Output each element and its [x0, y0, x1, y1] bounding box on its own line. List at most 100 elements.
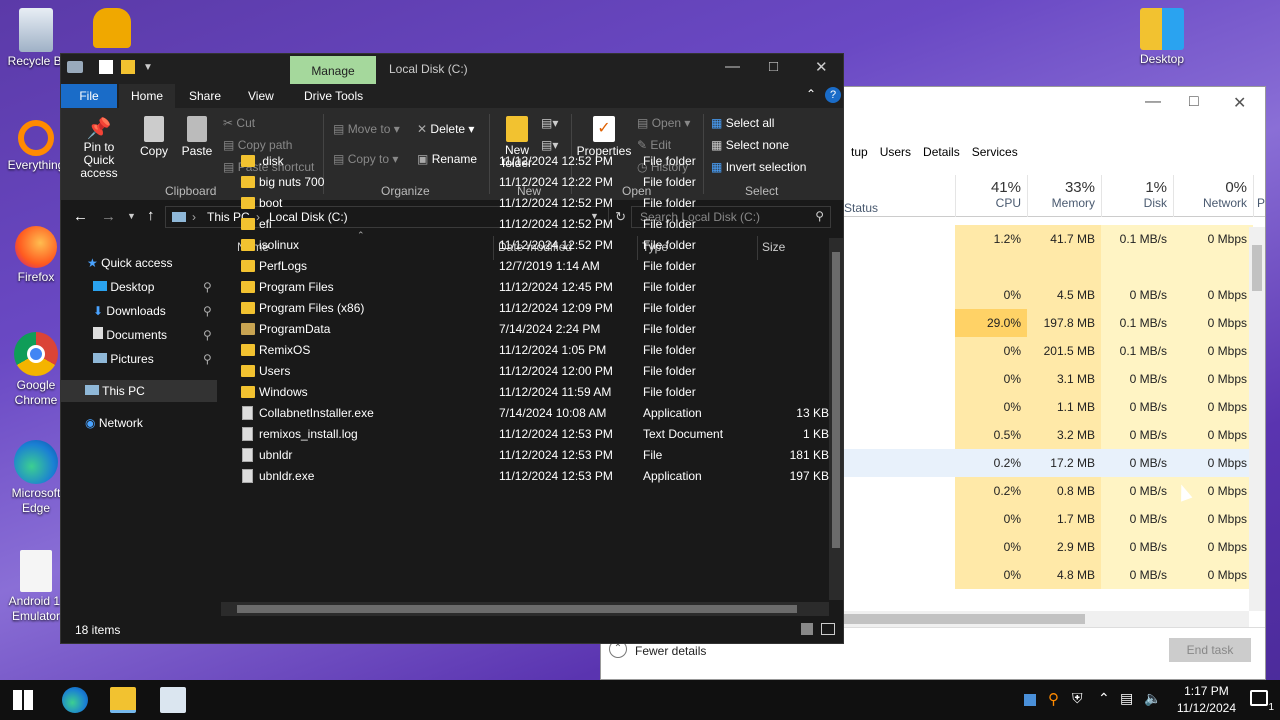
- properties-check-icon[interactable]: [99, 60, 113, 74]
- process-row[interactable]: 0.2% 17.2 MB 0 MB/s 0 Mbps: [841, 449, 1253, 477]
- nav-desktop[interactable]: Desktop ⚲: [61, 276, 217, 298]
- tray-overflow-icon[interactable]: ⌃: [1098, 690, 1110, 707]
- select-all-button[interactable]: ▦ Select all: [711, 116, 774, 130]
- file-row[interactable]: Program Files 11/12/2024 12:45 PM File fol…: [221, 277, 829, 298]
- maximize-icon[interactable]: □: [1189, 93, 1199, 111]
- new-folder-icon[interactable]: [121, 60, 135, 74]
- process-row[interactable]: 0.5% 3.2 MB 0 MB/s 0 Mbps: [955, 421, 1253, 449]
- tab-home[interactable]: Home: [119, 84, 176, 108]
- process-row[interactable]: [955, 253, 1253, 281]
- desktop-icon-desktop[interactable]: Desktop: [1126, 8, 1198, 67]
- process-row[interactable]: 0% 2.9 MB 0 MB/s 0 Mbps: [955, 533, 1253, 561]
- vertical-scrollbar[interactable]: [1249, 227, 1265, 611]
- easy-access-icon[interactable]: ▤▾: [541, 138, 558, 152]
- edit-button[interactable]: ✎ Edit: [637, 138, 671, 152]
- pin-to-quick-access-button[interactable]: 📌 Pin to Quick access: [67, 116, 131, 180]
- task-manager-icon[interactable]: [160, 687, 186, 713]
- back-arrow-icon[interactable]: ←: [73, 208, 88, 225]
- nav-downloads[interactable]: ⬇ Downloads ⚲: [61, 300, 217, 322]
- up-arrow-icon[interactable]: ↑: [147, 207, 155, 224]
- vertical-scrollbar[interactable]: [829, 238, 843, 600]
- nav-quick-access[interactable]: ★ Quick access: [61, 252, 217, 274]
- close-icon[interactable]: ✕: [1233, 93, 1246, 113]
- file-row[interactable]: Program Files (x86) 11/12/2024 12:09 PM Fi…: [221, 298, 829, 319]
- desktop-icon-android[interactable]: [76, 8, 148, 50]
- minimize-icon[interactable]: —: [1145, 93, 1161, 111]
- file-row[interactable]: .disk 11/12/2024 12:52 PM File folder: [221, 151, 829, 172]
- windows-start-icon[interactable]: [13, 690, 33, 710]
- process-row[interactable]: 0% 4.8 MB 0 MB/s 0 Mbps: [955, 561, 1253, 589]
- tab-services[interactable]: Services: [966, 143, 1024, 161]
- forward-arrow-icon[interactable]: →: [101, 208, 116, 225]
- process-row[interactable]: 29.0% 197.8 MB 0.1 MB/s 0 Mbps: [955, 309, 1253, 337]
- process-row[interactable]: 0% 3.1 MB 0 MB/s 0 Mbps: [955, 365, 1253, 393]
- nav-network[interactable]: ◉ Network: [61, 412, 217, 434]
- pin-icon[interactable]: ⚲: [203, 300, 212, 322]
- close-icon[interactable]: ✕: [815, 58, 828, 76]
- tab-details[interactable]: Details: [917, 143, 966, 161]
- tab-view[interactable]: View: [248, 89, 274, 103]
- horizontal-scrollbar[interactable]: [841, 611, 1249, 627]
- scrollbar-thumb[interactable]: [841, 614, 1085, 624]
- large-icons-view-icon[interactable]: [821, 623, 835, 635]
- file-explorer-icon[interactable]: [110, 687, 136, 713]
- end-task-button[interactable]: End task: [1169, 638, 1251, 662]
- process-row[interactable]: 0% 4.5 MB 0 MB/s 0 Mbps: [955, 281, 1253, 309]
- pin-icon[interactable]: ⚲: [203, 324, 212, 346]
- drive-icon[interactable]: [67, 61, 83, 73]
- select-none-button[interactable]: ▦ Select none: [711, 138, 789, 152]
- maximize-icon[interactable]: □: [769, 58, 778, 75]
- nav-documents[interactable]: Documents ⚲: [61, 324, 217, 346]
- minimize-icon[interactable]: —: [725, 58, 740, 75]
- system-clock[interactable]: 1:17 PM 11/12/2024: [1177, 683, 1236, 717]
- scrollbar-thumb[interactable]: [1252, 245, 1262, 291]
- tray-search-icon[interactable]: ⚲: [1048, 690, 1059, 708]
- details-view-icon[interactable]: [801, 623, 813, 635]
- copy-path-button[interactable]: ▤ Copy path: [223, 138, 292, 152]
- copy-button[interactable]: Copy: [139, 116, 169, 158]
- paste-button[interactable]: Paste: [181, 116, 213, 158]
- cut-button[interactable]: ✂ Cut: [223, 116, 255, 130]
- fewer-details-button[interactable]: Fewer details: [635, 644, 706, 658]
- process-row[interactable]: 0.2% 0.8 MB 0 MB/s 0 Mbps: [955, 477, 1253, 505]
- file-row[interactable]: ubnldr.exe 11/12/2024 12:53 PM Application…: [221, 466, 829, 487]
- delete-button[interactable]: ✕ Delete ▾: [417, 122, 474, 136]
- file-row[interactable]: remixos_install.log 11/12/2024 12:53 PM Te…: [221, 424, 829, 445]
- tab-startup[interactable]: tup: [845, 143, 874, 161]
- power-column-header[interactable]: P: [1253, 175, 1267, 217]
- tray-network-icon[interactable]: ▤: [1120, 690, 1133, 707]
- tray-monitor-icon[interactable]: [1024, 694, 1036, 706]
- notification-center-icon[interactable]: [1250, 690, 1268, 706]
- network-column-header[interactable]: 0% Network: [1173, 175, 1253, 217]
- tab-drive-tools[interactable]: Drive Tools: [304, 89, 363, 103]
- tab-share[interactable]: Share: [189, 89, 221, 103]
- pin-icon[interactable]: ⚲: [203, 348, 212, 370]
- scrollbar-thumb[interactable]: [237, 605, 797, 613]
- process-row[interactable]: 0% 1.7 MB 0 MB/s 0 Mbps: [955, 505, 1253, 533]
- file-row[interactable]: Users 11/12/2024 12:00 PM File folder: [221, 361, 829, 382]
- file-row[interactable]: Windows 11/12/2024 11:59 AM File folder: [221, 382, 829, 403]
- file-row[interactable]: RemixOS 11/12/2024 1:05 PM File folder: [221, 340, 829, 361]
- manage-tab[interactable]: Manage: [290, 56, 376, 84]
- file-row[interactable]: ubnldr 11/12/2024 12:53 PM File 181 KB: [221, 445, 829, 466]
- memory-column-header[interactable]: 33% Memory: [1027, 175, 1101, 217]
- file-row[interactable]: isolinux 11/12/2024 12:52 PM File folder: [221, 235, 829, 256]
- tray-shield-icon[interactable]: ⛨: [1072, 690, 1083, 707]
- file-row[interactable]: big nuts 700 11/12/2024 12:22 PM File fold…: [221, 172, 829, 193]
- help-icon[interactable]: ?: [825, 87, 841, 103]
- nav-this-pc[interactable]: This PC: [61, 380, 217, 402]
- chevron-down-icon[interactable]: ▼: [143, 62, 153, 73]
- file-row[interactable]: CollabnetInstaller.exe 7/14/2024 10:08 AM…: [221, 403, 829, 424]
- horizontal-scrollbar[interactable]: [221, 602, 829, 616]
- file-row[interactable]: ProgramData 7/14/2024 2:24 PM File folder: [221, 319, 829, 340]
- disk-column-header[interactable]: 1% Disk: [1101, 175, 1173, 217]
- open-button[interactable]: ▤ Open ▾: [637, 116, 690, 130]
- file-row[interactable]: efi 11/12/2024 12:52 PM File folder: [221, 214, 829, 235]
- edge-icon[interactable]: [62, 687, 88, 713]
- file-explorer-window[interactable]: ▼ Manage Local Disk (C:) — □ ✕ File Home…: [60, 53, 844, 644]
- file-row[interactable]: PerfLogs 12/7/2019 1:14 AM File folder: [221, 256, 829, 277]
- nav-pictures[interactable]: Pictures ⚲: [61, 348, 217, 370]
- file-row[interactable]: boot 11/12/2024 12:52 PM File folder: [221, 193, 829, 214]
- process-row[interactable]: 0% 201.5 MB 0.1 MB/s 0 Mbps: [955, 337, 1253, 365]
- move-to-button[interactable]: ▤ Move to ▾: [333, 122, 400, 136]
